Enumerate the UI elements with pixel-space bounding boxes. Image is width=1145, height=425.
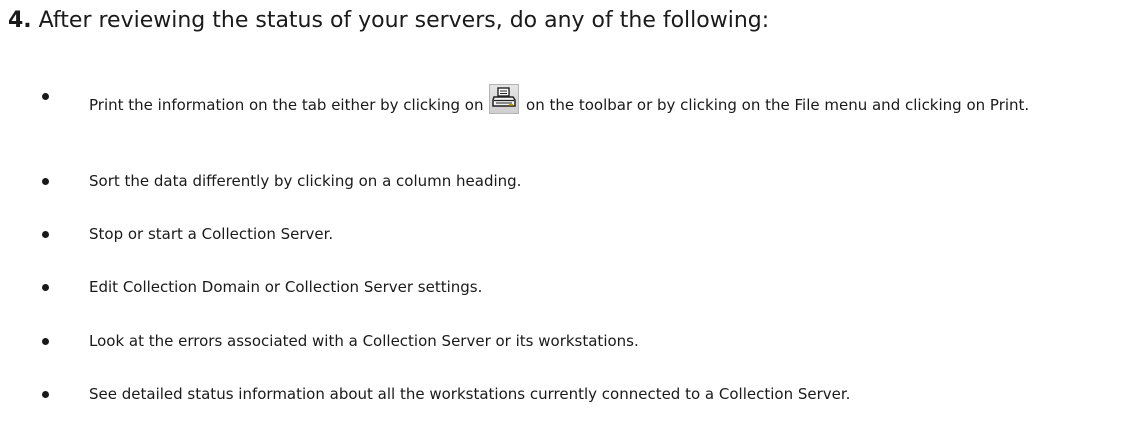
list-item-text: Print the information on the tab either …: [89, 84, 1139, 116]
bullet: [42, 231, 49, 238]
bullet: [42, 93, 49, 100]
bullet: [42, 338, 49, 345]
list-item-text-before-icon: Print the information on the tab either …: [89, 96, 489, 114]
list-item-text-after-icon: on the toolbar or by clicking on the Fil…: [521, 96, 1030, 114]
bullet: [42, 178, 49, 185]
step-heading: 4. After reviewing the status of your se…: [8, 6, 769, 36]
list-item-text: Look at the errors associated with a Col…: [89, 332, 639, 350]
list-item-text: Edit Collection Domain or Collection Ser…: [89, 278, 483, 296]
list-item-text: Sort the data differently by clicking on…: [89, 172, 522, 190]
bullet: [42, 391, 49, 398]
printer-icon: [489, 84, 520, 114]
step-text: After reviewing the status of your serve…: [31, 8, 770, 33]
list-item-text: See detailed status information about al…: [89, 385, 851, 403]
bullet: [42, 284, 49, 291]
step-number: 4.: [8, 8, 32, 33]
list-item-text: Stop or start a Collection Server.: [89, 225, 334, 243]
